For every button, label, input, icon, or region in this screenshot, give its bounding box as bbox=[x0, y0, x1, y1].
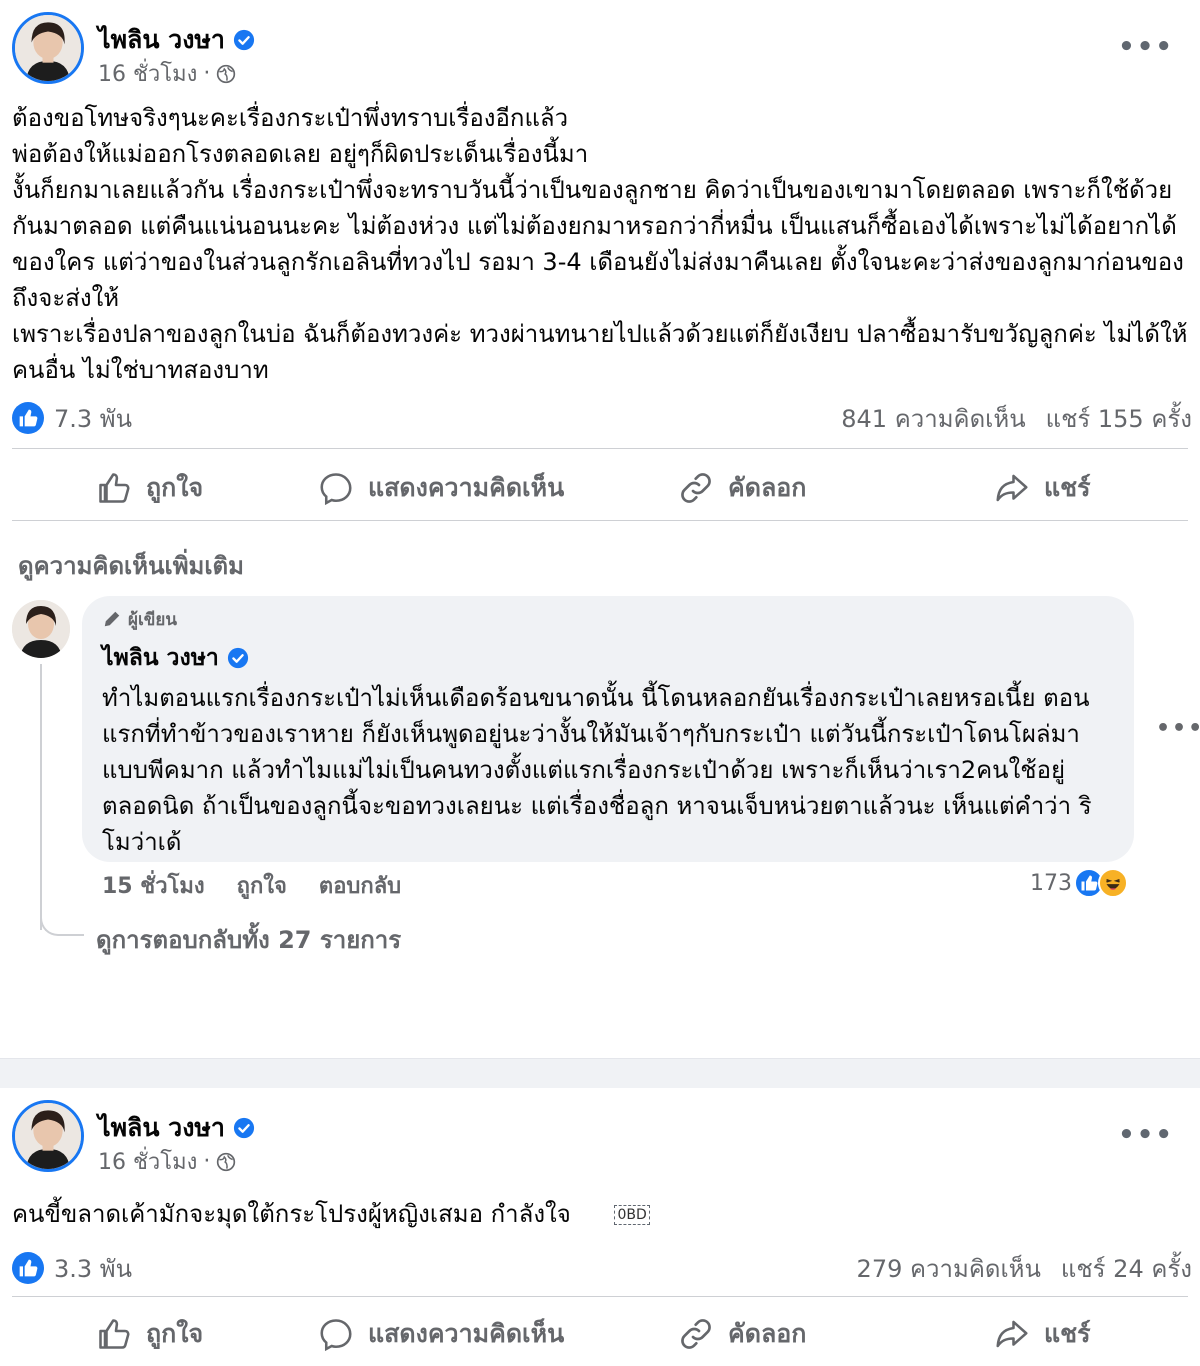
like-reaction-icon[interactable] bbox=[12, 1252, 44, 1284]
pencil-icon bbox=[104, 611, 120, 627]
post-body-line: ต้องขอโทษจริงๆนะคะเรื่องกระเป๋าพึ่งทราบเ… bbox=[12, 104, 569, 132]
verified-badge-icon bbox=[233, 1117, 255, 1139]
author-tag: ผู้เขียน bbox=[102, 606, 1114, 632]
like-button[interactable]: ถูกใจ bbox=[96, 1314, 203, 1354]
post-header: ไพลิน วงษา 16 ชั่วโมง · ••• bbox=[12, 12, 1188, 87]
post-body: ต้องขอโทษจริงๆนะคะเรื่องกระเป๋าพึ่งทราบเ… bbox=[12, 100, 1192, 388]
more-options-icon[interactable]: ••• bbox=[1118, 1120, 1174, 1150]
comment-reply-button[interactable]: ตอบกลับ bbox=[319, 868, 401, 903]
haha-reaction-icon bbox=[1098, 868, 1128, 898]
meta-separator: · bbox=[203, 61, 211, 86]
view-replies-link[interactable]: ดูการตอบกลับทั้ง 27 รายการ bbox=[96, 920, 401, 959]
thumbs-up-icon bbox=[99, 1319, 130, 1349]
copy-label: คัดลอก bbox=[728, 1319, 807, 1348]
post-body-line: เพราะเรื่องปลาของลูกในบ่อ ฉันก็ต้องทวงค่… bbox=[12, 320, 1188, 384]
comment-bubble-icon bbox=[320, 473, 352, 506]
author-tag-label: ผู้เขียน bbox=[128, 609, 177, 630]
post-body-line: งั้นก็ยกมาเลยแล้วกัน เรื่องกระเป๋าพึ่งจะ… bbox=[12, 176, 1184, 312]
post-stats: 3.3 พัน 279 ความคิดเห็น แชร์ 24 ครั้ง bbox=[12, 1250, 1192, 1286]
link-icon bbox=[681, 1319, 711, 1349]
post-1: ไพลิน วงษา 16 ชั่วโมง · ••• ต้องขอโทษจริ… bbox=[0, 0, 1200, 1058]
post-timestamp[interactable]: 16 ชั่วโมง bbox=[98, 56, 197, 91]
emoji-placeholder: 0BD bbox=[614, 1205, 650, 1225]
thread-line bbox=[40, 664, 42, 930]
divider bbox=[12, 1296, 1188, 1297]
share-button[interactable]: แชร์ bbox=[994, 1314, 1091, 1354]
share-arrow-icon bbox=[996, 474, 1028, 502]
share-button[interactable]: แชร์ bbox=[994, 468, 1091, 508]
action-bar: ถูกใจ แสดงความคิดเห็น คัดลอก แชร์ bbox=[0, 456, 1200, 516]
divider bbox=[12, 520, 1188, 521]
post-stats: 7.3 พัน 841 ความคิดเห็น แชร์ 155 ครั้ง bbox=[12, 400, 1192, 436]
comment-author-name[interactable]: ไพลิน วงษา bbox=[102, 640, 219, 676]
share-label: แชร์ bbox=[1044, 1319, 1091, 1348]
comment-reactions[interactable]: 173 bbox=[1030, 868, 1128, 898]
share-arrow-icon bbox=[996, 1320, 1028, 1348]
comment-like-button[interactable]: ถูกใจ bbox=[237, 868, 287, 903]
profile-avatar[interactable] bbox=[12, 1100, 84, 1172]
reaction-count[interactable]: 7.3 พัน bbox=[54, 399, 132, 438]
commenter-avatar[interactable] bbox=[12, 600, 70, 658]
comment-meta: 15 ชั่วโมง ถูกใจ ตอบกลับ bbox=[102, 868, 401, 903]
avatar-photo-icon bbox=[15, 1103, 81, 1169]
avatar-photo-icon bbox=[15, 15, 81, 81]
share-count[interactable]: แชร์ 155 ครั้ง bbox=[1046, 399, 1192, 438]
comment-reaction-count: 173 bbox=[1030, 870, 1072, 896]
action-bar: ถูกใจ แสดงความคิดเห็น คัดลอก แชร์ bbox=[0, 1302, 1200, 1362]
link-icon bbox=[681, 473, 711, 503]
post-timestamp[interactable]: 16 ชั่วโมง bbox=[98, 1144, 197, 1179]
divider bbox=[12, 448, 1188, 449]
share-label: แชร์ bbox=[1044, 473, 1091, 502]
globe-icon bbox=[217, 64, 236, 83]
author-name[interactable]: ไพลิน วงษา bbox=[98, 1108, 225, 1148]
comment-timestamp[interactable]: 15 ชั่วโมง bbox=[102, 868, 205, 903]
like-label: ถูกใจ bbox=[146, 1319, 204, 1348]
comment-label: แสดงความคิดเห็น bbox=[368, 1319, 565, 1348]
verified-badge-icon bbox=[227, 647, 248, 669]
more-options-icon[interactable]: ••• bbox=[1118, 32, 1174, 62]
profile-avatar[interactable] bbox=[12, 12, 84, 84]
comment-count[interactable]: 279 ความคิดเห็น bbox=[857, 1249, 1041, 1288]
comment-text: ทำไมตอนแรกเรื่องกระเป๋าไม่เห็นเดือดร้อนข… bbox=[102, 684, 1092, 856]
post-separator bbox=[0, 1058, 1200, 1088]
author-name[interactable]: ไพลิน วงษา bbox=[98, 20, 225, 60]
post-body: คนขี้ขลาดเค้ามักจะมุดใต้กระโปรงผู้หญิงเส… bbox=[12, 1196, 1192, 1232]
comment-count[interactable]: 841 ความคิดเห็น bbox=[841, 399, 1025, 438]
comment-button[interactable]: แสดงความคิดเห็น bbox=[318, 468, 564, 508]
meta-separator: · bbox=[203, 1149, 211, 1174]
comment-more-options-icon[interactable]: ••• bbox=[1156, 716, 1200, 741]
globe-icon bbox=[217, 1152, 236, 1171]
comment-bubble-icon bbox=[320, 1319, 352, 1352]
copy-button[interactable]: คัดลอก bbox=[678, 468, 806, 508]
comment-label: แสดงความคิดเห็น bbox=[368, 473, 565, 502]
like-reaction-icon[interactable] bbox=[12, 402, 44, 434]
post-header: ไพลิน วงษา 16 ชั่วโมง · ••• bbox=[12, 1100, 1188, 1175]
copy-button[interactable]: คัดลอก bbox=[678, 1314, 806, 1354]
post-body-line: คนขี้ขลาดเค้ามักจะมุดใต้กระโปรงผู้หญิงเส… bbox=[12, 1200, 571, 1228]
comment-button[interactable]: แสดงความคิดเห็น bbox=[318, 1314, 564, 1354]
thumbs-up-icon bbox=[99, 473, 130, 503]
like-button[interactable]: ถูกใจ bbox=[96, 468, 203, 508]
verified-badge-icon bbox=[233, 29, 255, 51]
comment-bubble: ผู้เขียน ไพลิน วงษา ทำไมตอนแรกเรื่องกระเ… bbox=[82, 596, 1134, 862]
like-label: ถูกใจ bbox=[146, 473, 204, 502]
copy-label: คัดลอก bbox=[728, 473, 807, 502]
post-2: ไพลิน วงษา 16 ชั่วโมง · ••• คนขี้ขลาดเค้… bbox=[0, 1088, 1200, 1366]
view-more-comments-link[interactable]: ดูความคิดเห็นเพิ่มเติม bbox=[18, 546, 244, 585]
thread-curve bbox=[40, 898, 84, 936]
post-body-line: พ่อต้องให้แม่ออกโรงตลอดเลย อยู่ๆก็ผิดประ… bbox=[12, 140, 589, 168]
reaction-count[interactable]: 3.3 พัน bbox=[54, 1249, 132, 1288]
share-count[interactable]: แชร์ 24 ครั้ง bbox=[1061, 1249, 1192, 1288]
